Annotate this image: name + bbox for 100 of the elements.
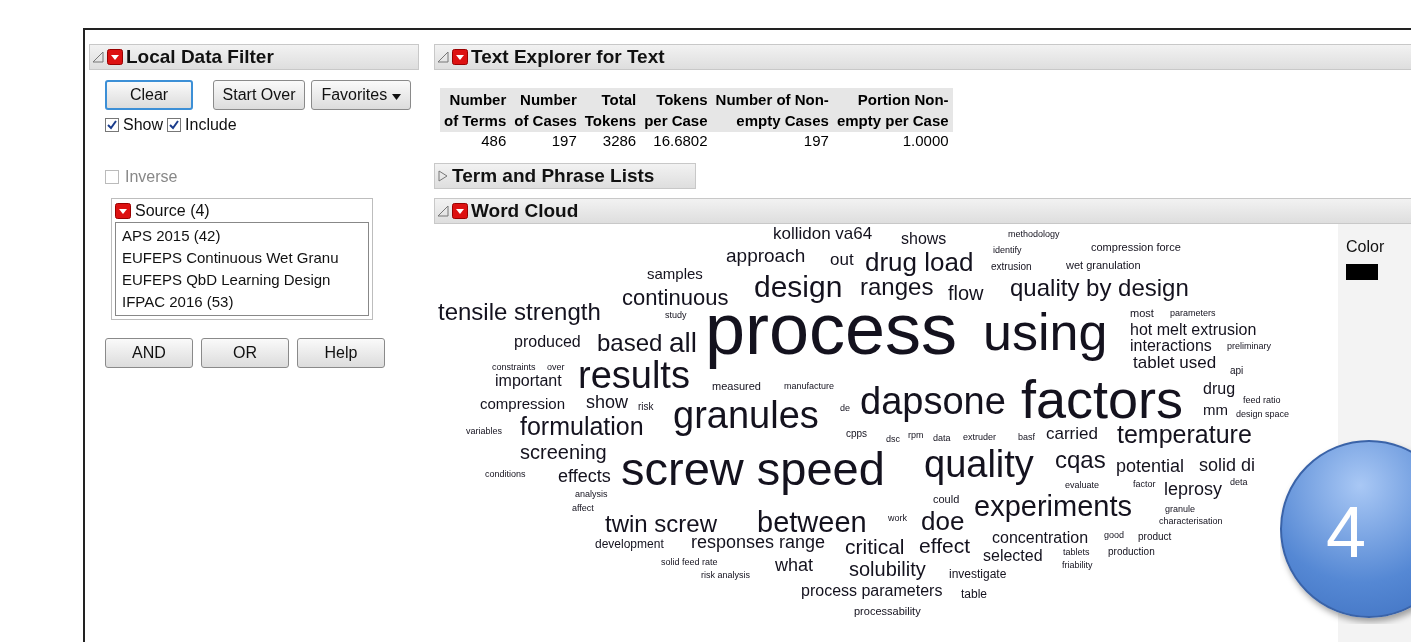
collapsed-triangle-icon[interactable] [437,170,449,182]
include-label: Include [185,116,237,134]
cloud-word: identify [993,246,1022,256]
cloud-word: characterisation [1159,517,1223,527]
explorer-title: Text Explorer for Text [471,46,665,68]
cloud-word: solid feed rate [661,558,718,568]
table-cell: 486 [440,132,511,149]
cloud-word: continuous [622,286,729,309]
column-header: Tokens per Case [640,88,712,132]
cloud-word: carried [1046,424,1098,442]
cloud-word: flow [948,283,984,303]
cloud-word: deta [1230,478,1248,488]
cloud-word: granule [1165,505,1196,515]
cloud-word: interactions [1130,338,1212,355]
menu-icon[interactable] [115,203,131,219]
source-item[interactable]: EUFEPS QbD Learning Design [122,269,362,291]
table-cell: 197 [711,132,833,149]
table-cell: 197 [510,132,581,149]
expanded-triangle-icon[interactable] [437,51,449,63]
cloud-word: potential [1116,457,1185,476]
cloud-word: feed ratio [1243,396,1281,406]
cloud-word: data [933,434,951,444]
column-header: Number of Non- empty Cases [711,88,833,132]
cloud-word: process parameters [801,583,943,600]
cloud-word: affect [572,504,594,514]
cloud-word: compression [480,395,566,411]
cloud-word: parameters [1170,309,1216,319]
menu-icon[interactable] [107,49,123,65]
source-item[interactable]: APS 2015 (42) [122,225,362,247]
cloud-word: granules [673,396,819,435]
logic-button[interactable]: OR [201,338,289,368]
cloud-word: effects [558,467,611,486]
logic-button[interactable]: Help [297,338,385,368]
table-cell: 1.0000 [832,132,953,149]
cloud-word: investigate [949,568,1007,581]
cloud-word: doe [921,507,965,534]
cloud-word: show [586,393,629,412]
cloud-word: table [961,588,988,601]
cloud-word: what [775,556,814,575]
show-checkbox[interactable] [105,118,119,132]
inverse-label: Inverse [125,168,178,186]
cloud-word: selected [983,548,1043,565]
logic-button[interactable]: AND [105,338,193,368]
cloud-word: production [1108,546,1155,557]
cloud-word: extruder [963,433,997,443]
start-over-button[interactable]: Start Over [213,80,305,110]
cloud-word: quality [924,445,1034,484]
cloud-word: methodology [1008,230,1060,240]
cloud-word: de [840,404,850,414]
cloud-word: produced [514,334,581,351]
cloud-word: twin screw [605,511,718,536]
cloud-word: hot melt extrusion [1130,322,1257,339]
term-lists-title: Term and Phrase Lists [452,165,655,187]
cloud-word: tensile strength [438,299,601,324]
cloud-word: friability [1062,561,1093,571]
expanded-triangle-icon[interactable] [437,205,449,217]
cloud-word: processability [854,605,921,617]
cloud-word: quality by design [1010,275,1189,300]
cloud-word: good [1104,531,1125,541]
cloud-word: analysis [575,490,608,500]
cloud-word: drug load [865,248,974,275]
source-item[interactable]: EUFEPS Continuous Wet Granu [122,247,362,269]
cloud-word: important [495,373,562,390]
clear-button[interactable]: Clear [105,80,193,110]
cloud-word: evaluate [1065,481,1100,491]
cloud-word: over [547,363,565,373]
cloud-word: concentration [992,530,1089,547]
cloud-word: all [669,328,697,357]
cloud-word: study [665,311,687,321]
source-item[interactable]: IFPAC 2016 (53) [122,291,362,313]
cloud-word: wet granulation [1066,259,1141,271]
word-cloud-title: Word Cloud [471,200,579,222]
cloud-word: mm [1203,401,1228,417]
menu-icon[interactable] [452,203,468,219]
cloud-word: design space [1236,410,1290,420]
cloud-word: solid di [1199,456,1256,475]
cloud-word: using [983,306,1108,359]
cloud-word: work [888,514,907,524]
include-checkbox[interactable] [167,118,182,132]
column-header: Number of Terms [440,88,511,132]
cloud-word: cqas [1055,447,1106,472]
cloud-word: solubility [849,559,926,579]
cloud-word: variables [466,427,503,437]
caret-icon [391,94,401,100]
cloud-word: product [1138,531,1172,542]
cloud-word: preliminary [1227,342,1271,352]
cloud-word: tablets [1063,548,1090,558]
cloud-word: rpm [908,431,924,441]
cloud-word: formulation [520,414,644,440]
cloud-word: approach [726,245,806,265]
cloud-word: shows [901,231,947,248]
cloud-word: could [933,493,960,505]
source-title: Source (4) [135,202,210,220]
favorites-button[interactable]: Favorites [311,80,411,110]
cloud-word: drug [1203,381,1236,398]
expanded-triangle-icon[interactable] [92,51,104,63]
cloud-word: constraints [492,363,536,373]
menu-icon[interactable] [452,49,468,65]
cloud-word: factor [1133,480,1156,490]
cloud-word: cpps [846,428,868,439]
